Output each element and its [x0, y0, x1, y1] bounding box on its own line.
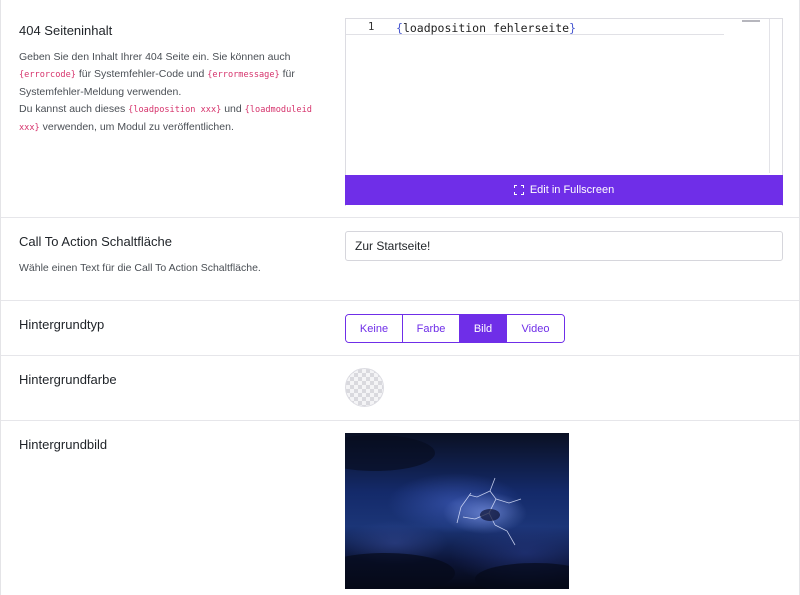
bg-type-label: Hintergrundtyp [19, 317, 105, 332]
divider [1, 300, 799, 301]
code-loadposition: {loadposition xxx} [128, 105, 222, 115]
brace-open: { [396, 21, 403, 35]
desc-text: Systemfehler-Meldung verwenden. [19, 86, 182, 98]
editor-minimap[interactable] [742, 20, 760, 22]
fullscreen-label: Edit in Fullscreen [529, 184, 615, 196]
page404-description: Geben Sie den Inhalt Ihrer 404 Seite ein… [19, 49, 339, 137]
code-loadmoduleid: {loadmoduleid [244, 105, 312, 115]
divider [1, 355, 799, 356]
cta-label: Call To Action Schaltfläche [19, 234, 172, 249]
code-loadmoduleid: xxx} [19, 123, 40, 133]
code-errorcode: {errorcode} [19, 70, 76, 80]
bg-color-label: Hintergrundfarbe [19, 372, 117, 387]
desc-text: Du kannst auch dieses [19, 103, 126, 115]
bg-type-option-farbe[interactable]: Farbe [403, 315, 460, 342]
fullscreen-button[interactable]: Edit in Fullscreen [345, 175, 783, 205]
cta-description: Wähle einen Text für die Call To Action … [19, 262, 261, 274]
desc-text: verwenden, um Modul zu veröffentlichen. [42, 121, 234, 133]
page404-label: 404 Seiteninhalt [19, 23, 113, 38]
bg-type-option-video[interactable]: Video [507, 315, 564, 342]
color-picker-swatch[interactable] [345, 368, 384, 407]
desc-text: für [282, 68, 295, 80]
code-errormessage: {errormessage} [207, 70, 280, 80]
editor-code[interactable]: {loadposition fehlerseite} [396, 21, 576, 35]
code-content: loadposition fehlerseite [402, 21, 570, 35]
brace-close: } [569, 21, 577, 35]
desc-text: Geben Sie den Inhalt Ihrer 404 Seite ein… [19, 51, 291, 63]
fullscreen-icon [513, 185, 524, 195]
bg-image-label: Hintergrundbild [19, 437, 108, 452]
bg-type-selector: Keine Farbe Bild Video [345, 314, 565, 343]
desc-text: für Systemfehler-Code und [78, 68, 205, 80]
line-number: 1 [368, 21, 375, 33]
cta-text-input[interactable] [345, 231, 783, 261]
bg-type-option-bild[interactable]: Bild [460, 315, 507, 342]
lightning-storm-image [345, 435, 569, 589]
editor-scrollbar[interactable] [769, 19, 770, 173]
bg-type-option-keine[interactable]: Keine [346, 315, 403, 342]
divider [1, 217, 799, 218]
background-image-preview[interactable] [345, 433, 569, 589]
editor-line[interactable]: 1 {loadposition fehlerseite} [346, 19, 724, 35]
divider [1, 420, 799, 421]
desc-text: und [224, 103, 242, 115]
